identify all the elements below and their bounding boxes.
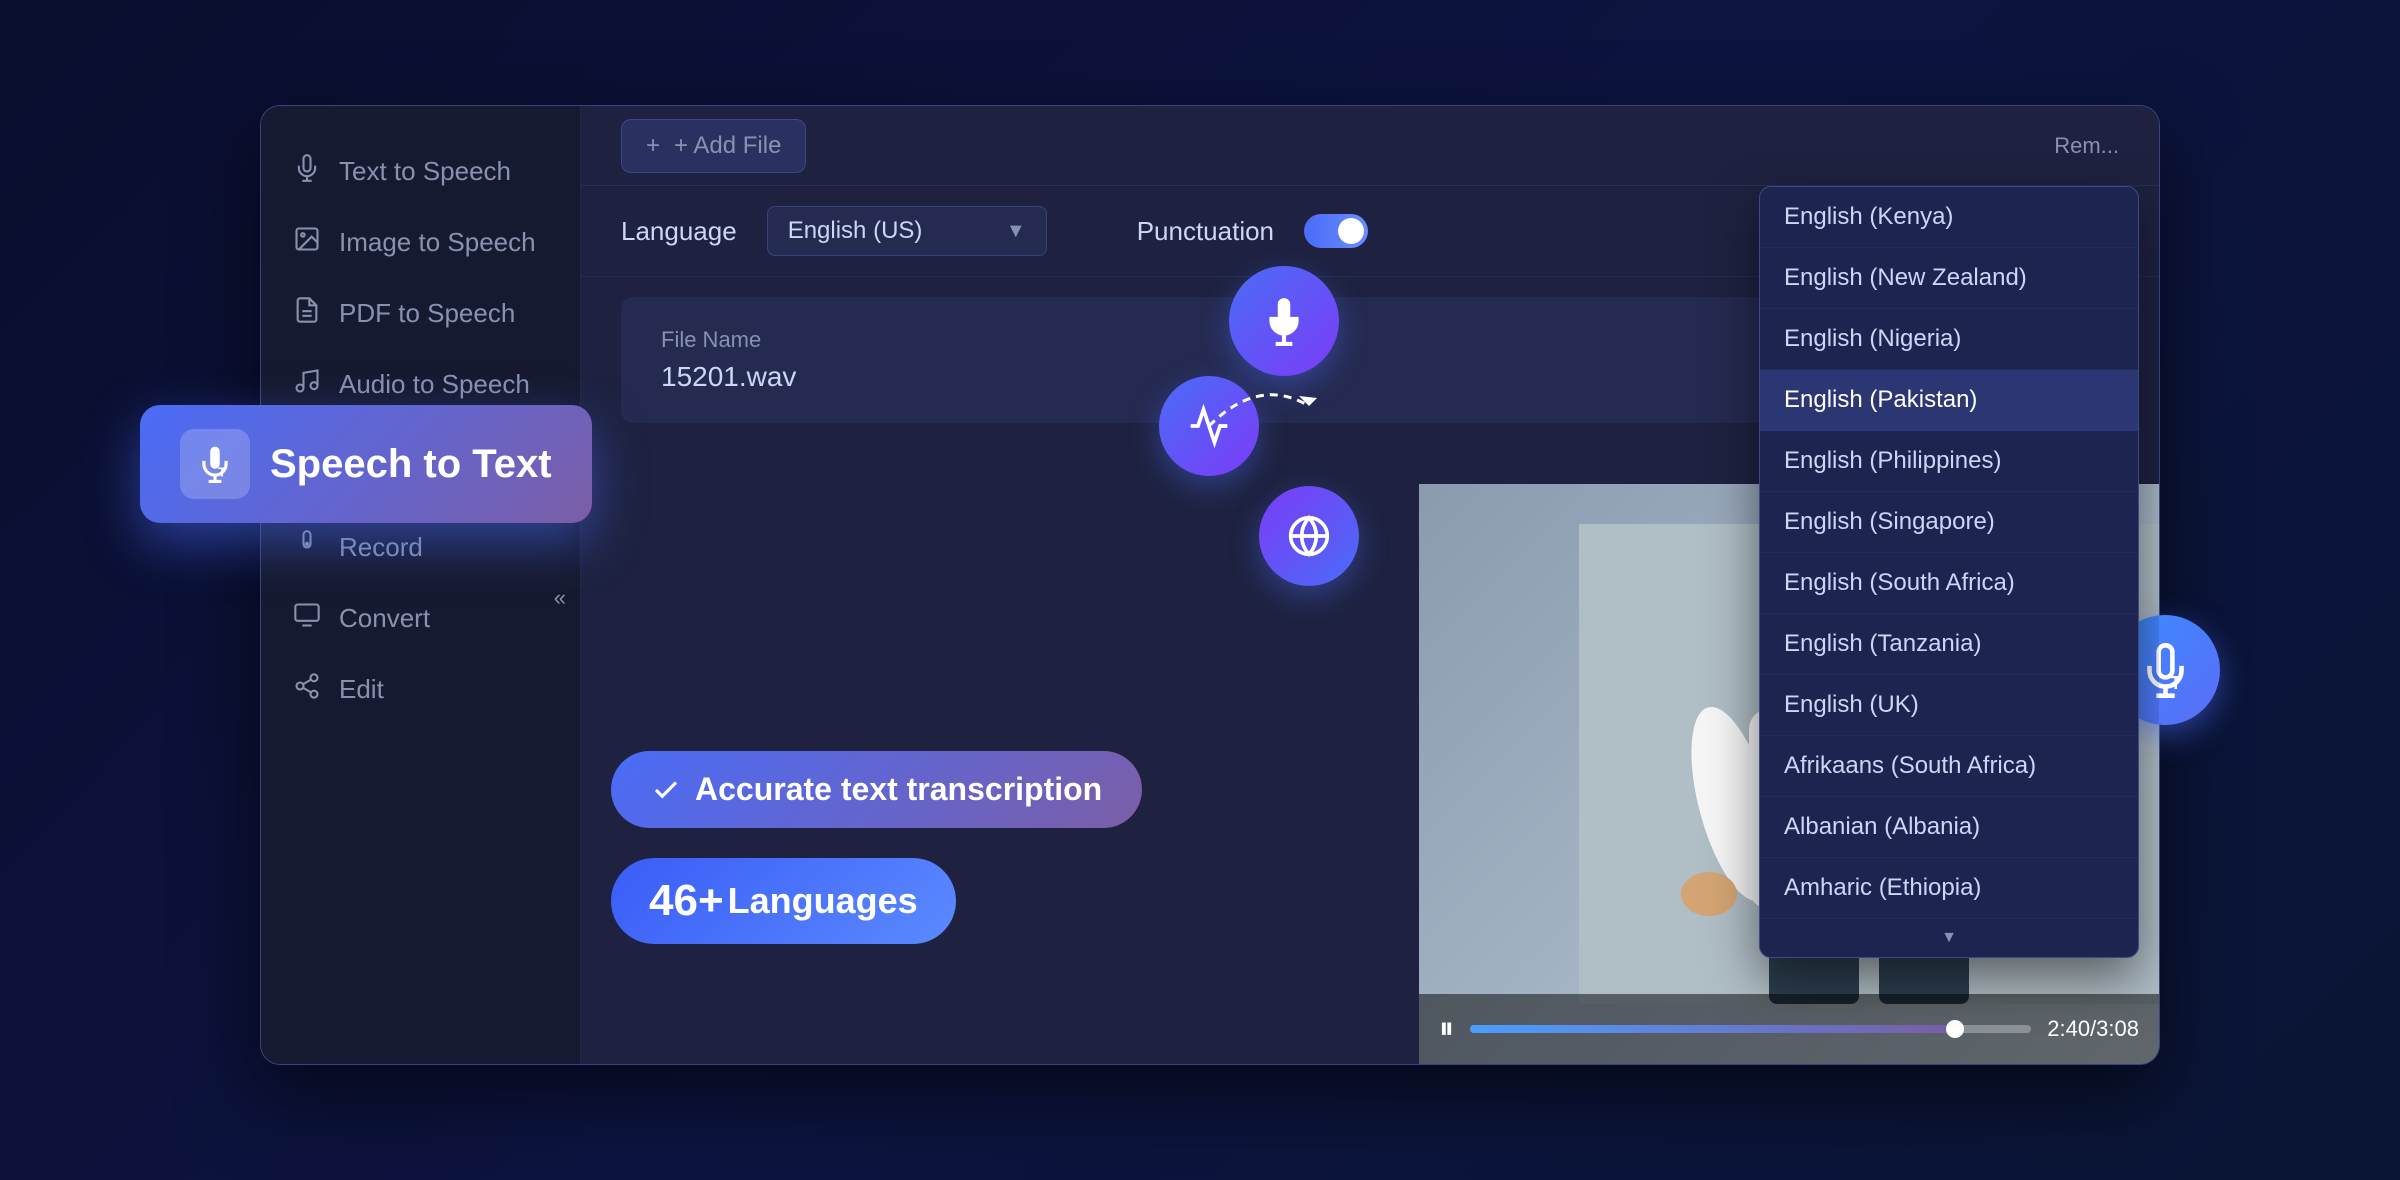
sidebar-item-edit[interactable]: Edit [261,654,580,725]
selected-language: English (US) [788,217,923,245]
dropdown-item-nigeria[interactable]: English (Nigeria) [1760,309,2138,370]
sidebar-item-text-to-speech[interactable]: Text to Speech [261,136,580,207]
language-dropdown-menu: English (Kenya) English (New Zealand) En… [1759,186,2139,958]
speech-to-text-floating-badge: T Speech to Text [140,405,592,523]
dropdown-item-new-zealand[interactable]: English (New Zealand) [1760,248,2138,309]
sidebar: Text to Speech Image to Speech [261,106,581,1064]
sidebar-item-label: Convert [339,603,430,634]
image-to-speech-icon [289,225,325,260]
progress-thumb [1946,1020,1964,1038]
languages-label: Languages [728,880,918,922]
edit-icon [289,672,325,707]
sidebar-item-label: Text to Speech [339,156,511,187]
convert-icon [289,601,325,636]
pdf-to-speech-icon [289,296,325,331]
scene-container: Text to Speech Image to Speech [100,65,2300,1115]
video-controls: ⏸ 2:40/3:08 [1419,994,2159,1064]
progress-bar[interactable] [1470,1025,2031,1033]
dropdown-item-uk[interactable]: English (UK) [1760,675,2138,736]
language-label: Language [621,216,737,247]
svg-text:T: T [218,466,226,480]
pause-button[interactable]: ⏸ [1439,1012,1454,1046]
sidebar-item-label: Image to Speech [339,227,536,258]
sidebar-item-convert[interactable]: Convert [261,583,580,654]
speech-to-text-icon-circle: T [180,429,250,499]
dropdown-item-amharic[interactable]: Amharic (Ethiopia) [1760,858,2138,919]
sidebar-item-pdf-to-speech[interactable]: PDF to Speech [261,278,580,349]
add-file-button[interactable]: + + Add File [621,119,806,173]
sidebar-item-label: Edit [339,674,384,705]
time-display: 2:40/3:08 [2047,1016,2139,1042]
sidebar-item-label: Audio to Speech [339,369,530,400]
chevron-down-icon: ▼ [1941,929,1957,947]
plus-icon: + [646,132,660,160]
sidebar-item-label: PDF to Speech [339,298,515,329]
globe-circle-icon [1259,486,1359,586]
dashed-arrow [1199,366,1319,446]
dropdown-item-afrikaans[interactable]: Afrikaans (South Africa) [1760,736,2138,797]
dropdown-item-albanian[interactable]: Albanian (Albania) [1760,797,2138,858]
main-content: + + Add File Rem... Language English (US… [581,106,2159,1064]
microphone-circle-icon [1229,266,1339,376]
dropdown-item-philippines[interactable]: English (Philippines) [1760,431,2138,492]
languages-badge: 46+ Languages [611,858,956,944]
text-to-speech-icon [289,154,325,189]
audio-to-speech-icon [289,367,325,402]
dropdown-item-south-africa[interactable]: English (South Africa) [1760,553,2138,614]
sidebar-collapse-btn[interactable]: « [554,585,566,611]
features-area: Accurate text transcription 46+ Language… [611,751,1142,944]
progress-fill [1470,1025,1958,1033]
dropdown-item-singapore[interactable]: English (Singapore) [1760,492,2138,553]
chevron-down-icon: ▼ [1006,220,1026,243]
dropdown-item-kenya[interactable]: English (Kenya) [1760,187,2138,248]
dropdown-item-tanzania[interactable]: English (Tanzania) [1760,614,2138,675]
dropdown-scroll-down[interactable]: ▼ [1760,919,2138,957]
dropdown-item-pakistan[interactable]: English (Pakistan) [1760,370,2138,431]
punctuation-label: Punctuation [1137,216,1274,247]
languages-count: 46+ [649,876,724,926]
language-select-dropdown[interactable]: English (US) ▼ [767,206,1047,256]
svg-text:T: T [2170,671,2181,692]
top-bar: + + Add File Rem... [581,106,2159,186]
transcription-badge: Accurate text transcription [611,751,1142,828]
add-file-label: + Add File [674,132,781,160]
sidebar-item-image-to-speech[interactable]: Image to Speech [261,207,580,278]
punctuation-toggle[interactable] [1304,214,1368,248]
sidebar-item-label: Record [339,532,423,563]
speech-to-text-label: Speech to Text [270,442,552,487]
rem-label: Rem... [2054,133,2119,159]
main-window: Text to Speech Image to Speech [260,105,2160,1065]
transcription-label: Accurate text transcription [695,771,1102,808]
record-icon [289,530,325,565]
